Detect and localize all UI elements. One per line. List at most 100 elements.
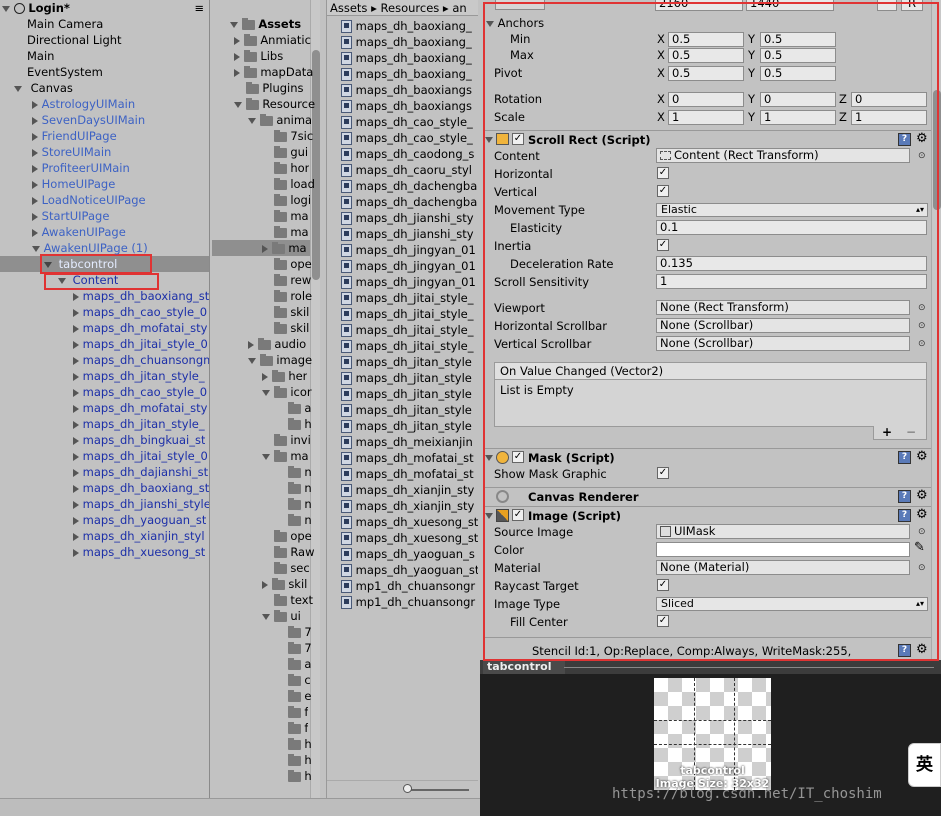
file-item[interactable]: maps_dh_baoxiang_ [341,34,478,50]
scale-z-field[interactable]: 1 [851,110,927,125]
file-item[interactable]: maps_dh_jingyan_01 [341,258,478,274]
expand-icon[interactable] [32,132,38,141]
hier-item-content-child[interactable]: maps_dh_cao_style_0 [73,384,207,400]
image-type-dropdown[interactable]: Sliced ▴▾ [656,597,928,611]
hier-item-content-child[interactable]: maps_dh_jitan_style_ [73,416,205,432]
folder-item[interactable]: icor [262,384,312,400]
zoom-slider-handle[interactable] [403,784,412,793]
scene-header[interactable]: Login* ≡ [2,0,208,16]
folder-item[interactable]: h [276,736,312,752]
color-swatch[interactable] [656,542,910,557]
folder-item[interactable]: ui [262,608,301,624]
expand-icon[interactable] [73,388,79,397]
horizontal-checkbox[interactable]: ✓ [657,167,669,179]
folder-item[interactable]: her [262,368,307,384]
expand-icon[interactable] [32,212,38,221]
anchors-label[interactable]: Anchors [486,15,544,31]
hier-item-content-child[interactable]: maps_dh_baoxiang_st [73,480,209,496]
help-icon[interactable]: ? [898,490,911,503]
folder-item[interactable]: mapData [234,64,313,80]
hier-item-main-camera[interactable]: Main Camera [27,16,103,32]
file-item[interactable]: maps_dh_mofatai_st [341,466,478,482]
expand-icon[interactable] [32,180,38,189]
scale-x-field[interactable]: 1 [668,110,744,125]
file-item[interactable]: maps_dh_baoxiang_ [341,66,478,82]
folder-item[interactable]: Resource [234,96,315,112]
folder-item[interactable]: skil [262,320,309,336]
folder-item[interactable]: role [262,288,312,304]
hier-item-canvas[interactable]: Canvas [14,80,73,96]
expand-icon[interactable] [262,580,268,589]
vertical-scrollbar-field[interactable]: None (Scrollbar) [656,336,910,351]
expand-icon[interactable] [262,244,268,253]
deceleration-rate-field[interactable]: 0.135 [656,256,927,271]
file-item[interactable]: maps_dh_xianjin_sty [341,498,478,514]
folder-item[interactable]: c [276,672,311,688]
expand-icon[interactable] [234,52,240,61]
movement-type-dropdown[interactable]: Elastic ▴▾ [656,203,928,217]
height-field[interactable]: 1440 [746,0,834,11]
hier-item-ui-page[interactable]: StartUIPage [32,208,109,224]
expand-icon[interactable] [73,500,79,509]
gear-icon[interactable]: ⚙ [916,489,928,502]
hier-item-ui-page[interactable]: StoreUIMain [32,144,111,160]
object-picker-icon[interactable]: ⊙ [918,527,926,537]
expand-icon[interactable] [73,436,79,445]
folder-item[interactable]: ope [262,256,312,272]
expand-icon[interactable] [73,308,79,317]
file-item[interactable]: mp1_dh_chuansongr [341,594,478,610]
file-item[interactable]: maps_dh_dachengba [341,194,478,210]
help-icon[interactable]: ? [898,451,911,464]
gear-icon[interactable]: ⚙ [916,508,928,521]
expand-icon[interactable] [248,357,256,364]
folder-item[interactable]: Raw [262,544,315,560]
expand-icon[interactable] [32,148,38,157]
hier-item-ui-page[interactable]: FriendUIPage [32,128,117,144]
file-item[interactable]: maps_dh_jitan_style [341,370,478,386]
elasticity-field[interactable]: 0.1 [656,220,927,235]
material-field[interactable]: None (Material) [656,560,910,575]
hier-item-content[interactable]: Content [58,272,118,288]
collapse-icon[interactable] [485,455,493,461]
folder-item[interactable]: audio [248,336,306,352]
hier-item-ui-page[interactable]: AwakenUIPage [32,224,126,240]
hier-item-ui-page[interactable]: ProfiteerUIMain [32,160,130,176]
expand-icon[interactable] [58,277,66,284]
rotation-x-field[interactable]: 0 [668,92,744,107]
expand-icon[interactable] [234,36,240,45]
file-item[interactable]: maps_dh_jingyan_01 [341,274,478,290]
file-item[interactable]: maps_dh_baoxiang_ [341,18,478,34]
expand-icon[interactable] [234,101,242,108]
file-item[interactable]: maps_dh_baoxiangs [341,98,478,114]
zoom-slider-track[interactable] [405,789,469,791]
expand-icon[interactable] [32,116,38,125]
file-item[interactable]: maps_dh_jianshi_sty [341,226,478,242]
width-field[interactable]: 2160 [655,0,743,11]
expand-icon[interactable] [73,484,79,493]
object-picker-icon[interactable]: ⊙ [918,303,926,313]
hier-item-content-child[interactable]: maps_dh_chuansongm [73,352,209,368]
folder-item[interactable]: logi [262,192,311,208]
folder-item[interactable]: hor [262,160,309,176]
mask-enabled-checkbox[interactable]: ✓ [512,451,524,463]
hier-item-ui-page[interactable]: AwakenUIPage (1) [32,240,148,256]
expand-icon[interactable] [248,340,254,349]
folder-item[interactable]: invi [262,432,311,448]
folder-item[interactable]: rew [262,272,311,288]
folder-item[interactable]: sec [262,560,310,576]
folder-item[interactable]: e [276,688,311,704]
folder-item[interactable]: h [276,768,312,784]
hier-item-ui-page[interactable]: LoadNoticeUIPage [32,192,146,208]
show-mask-graphic-checkbox[interactable]: ✓ [657,467,669,479]
file-item[interactable]: maps_dh_xuesong_st [341,514,478,530]
image-enabled-checkbox[interactable]: ✓ [512,509,524,521]
folder-item[interactable]: 7 [276,624,312,640]
collapse-icon[interactable] [485,513,493,519]
help-icon[interactable]: ? [898,644,911,657]
file-item[interactable]: maps_dh_caodong_s [341,146,478,162]
expand-icon[interactable] [2,5,10,12]
scale-y-field[interactable]: 1 [760,110,836,125]
file-item[interactable]: maps_dh_meixianjin [341,434,478,450]
folder-item[interactable]: ma [262,448,309,464]
folder-item[interactable]: n [276,480,312,496]
